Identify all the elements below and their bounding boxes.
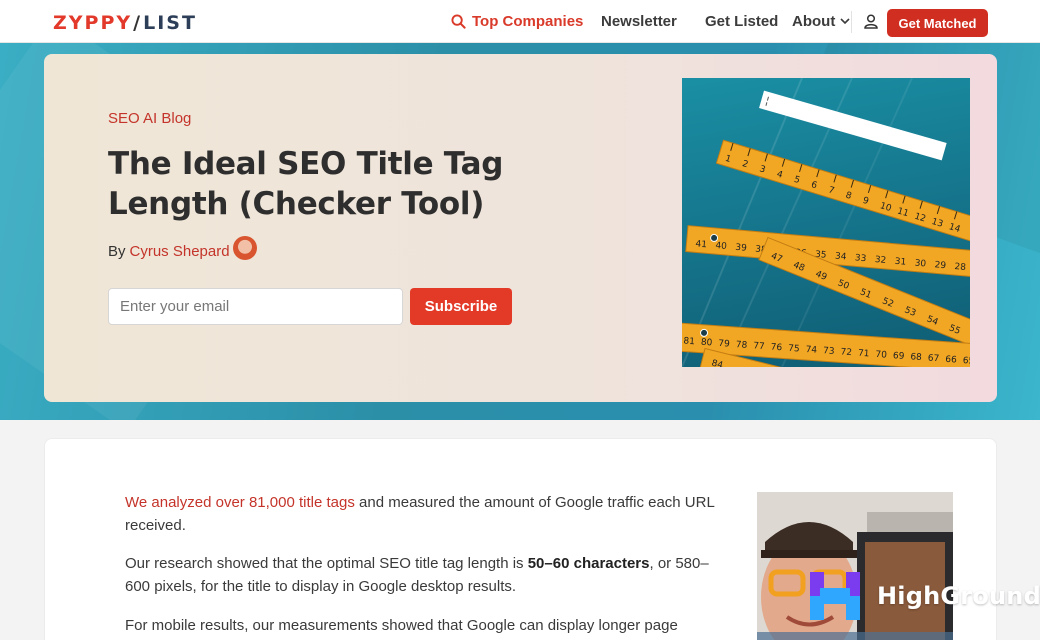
nav-get-listed-label: Get Listed — [705, 13, 779, 30]
article-paragraph: Our research showed that the optimal SEO… — [125, 552, 715, 598]
byline: By Cyrus Shepard — [108, 236, 257, 263]
logo-slash: / — [133, 12, 143, 34]
article-paragraph: For mobile results, our measurements sho… — [125, 614, 715, 640]
nav-top-companies-label: Top Companies — [472, 13, 584, 30]
nav-divider — [851, 11, 852, 33]
research-link[interactable]: We analyzed over 81,000 title tags — [125, 494, 355, 511]
ruler-number: 79 — [718, 339, 730, 350]
user-icon — [864, 14, 878, 29]
ruler-number: 69 — [893, 351, 905, 362]
ruler-number: 30 — [914, 259, 927, 270]
ruler-number: 75 — [788, 344, 800, 355]
paragraph-text: Our research showed that the optimal SEO… — [125, 555, 528, 572]
paragraph-bold-text: 50–60 characters — [527, 555, 650, 572]
top-navigation: ZYPPY / LIST Top Companies Newsletter Ge… — [0, 0, 1040, 43]
byline-prefix: By — [108, 242, 126, 260]
logo-text-zyppy: ZYPPY — [53, 12, 133, 34]
seo-title-caption: SEO title — [759, 92, 835, 132]
nav-top-companies[interactable]: Top Companies — [451, 0, 583, 43]
video-brand-text: HighGround — [877, 582, 1040, 610]
ruler-number: 70 — [875, 350, 887, 361]
logo-text-list: LIST — [143, 12, 197, 34]
hero-image: SEO title 1234567891011121314 4140393837… — [682, 78, 970, 367]
article-paragraph: We analyzed over 81,000 title tags and m… — [125, 491, 715, 537]
ruler-number: 29 — [934, 260, 947, 271]
nav-newsletter[interactable]: Newsletter — [601, 0, 677, 43]
ruler-number: 40 — [715, 241, 728, 252]
get-matched-button[interactable]: Get Matched — [887, 9, 988, 37]
author-avatar — [232, 236, 257, 260]
highground-logo-icon — [810, 572, 860, 620]
ruler-number: 72 — [840, 347, 852, 358]
ruler-number: 81 — [683, 336, 695, 347]
author-link[interactable]: Cyrus Shepard — [130, 243, 230, 260]
ruler-number: 39 — [735, 243, 748, 254]
nav-about-label: About — [792, 13, 836, 30]
paragraph-text: For mobile results, our measurements sho… — [125, 617, 678, 634]
post-category-link[interactable]: SEO AI Blog — [108, 110, 191, 127]
email-input[interactable] — [108, 288, 403, 325]
search-icon — [451, 14, 466, 29]
ruler-number: 33 — [854, 253, 866, 264]
ruler-number: 73 — [823, 346, 835, 357]
ruler-number: 28 — [954, 262, 967, 273]
account-button[interactable] — [864, 0, 878, 43]
ruler-number: 41 — [695, 239, 707, 250]
ruler-number: 31 — [894, 257, 906, 268]
ruler-number: 78 — [735, 340, 747, 351]
nav-about-dropdown[interactable]: About — [792, 0, 850, 43]
ruler-number: 65 — [962, 356, 970, 367]
ruler-number: 80 — [701, 338, 713, 349]
ruler-number: 68 — [910, 352, 922, 363]
ruler-number: 34 — [834, 252, 847, 263]
ruler-number: 32 — [874, 255, 886, 266]
zyppy-list-logo[interactable]: ZYPPY / LIST — [53, 12, 197, 34]
nav-get-listed[interactable]: Get Listed — [705, 0, 778, 43]
subscribe-button[interactable]: Subscribe — [410, 288, 512, 325]
ruler-number: 77 — [753, 341, 765, 352]
page-title: The Ideal SEO Title Tag Length (Checker … — [108, 146, 504, 222]
ruler-number: 66 — [945, 355, 957, 366]
nav-newsletter-label: Newsletter — [601, 13, 677, 30]
ruler-illustration: SEO title 1234567891011121314 4140393837… — [682, 78, 970, 367]
ruler-number: 76 — [770, 343, 782, 354]
ruler-number: 71 — [858, 349, 870, 360]
chevron-down-icon — [840, 18, 850, 25]
ruler-number: 67 — [927, 354, 939, 365]
ruler-number: 74 — [805, 345, 817, 356]
